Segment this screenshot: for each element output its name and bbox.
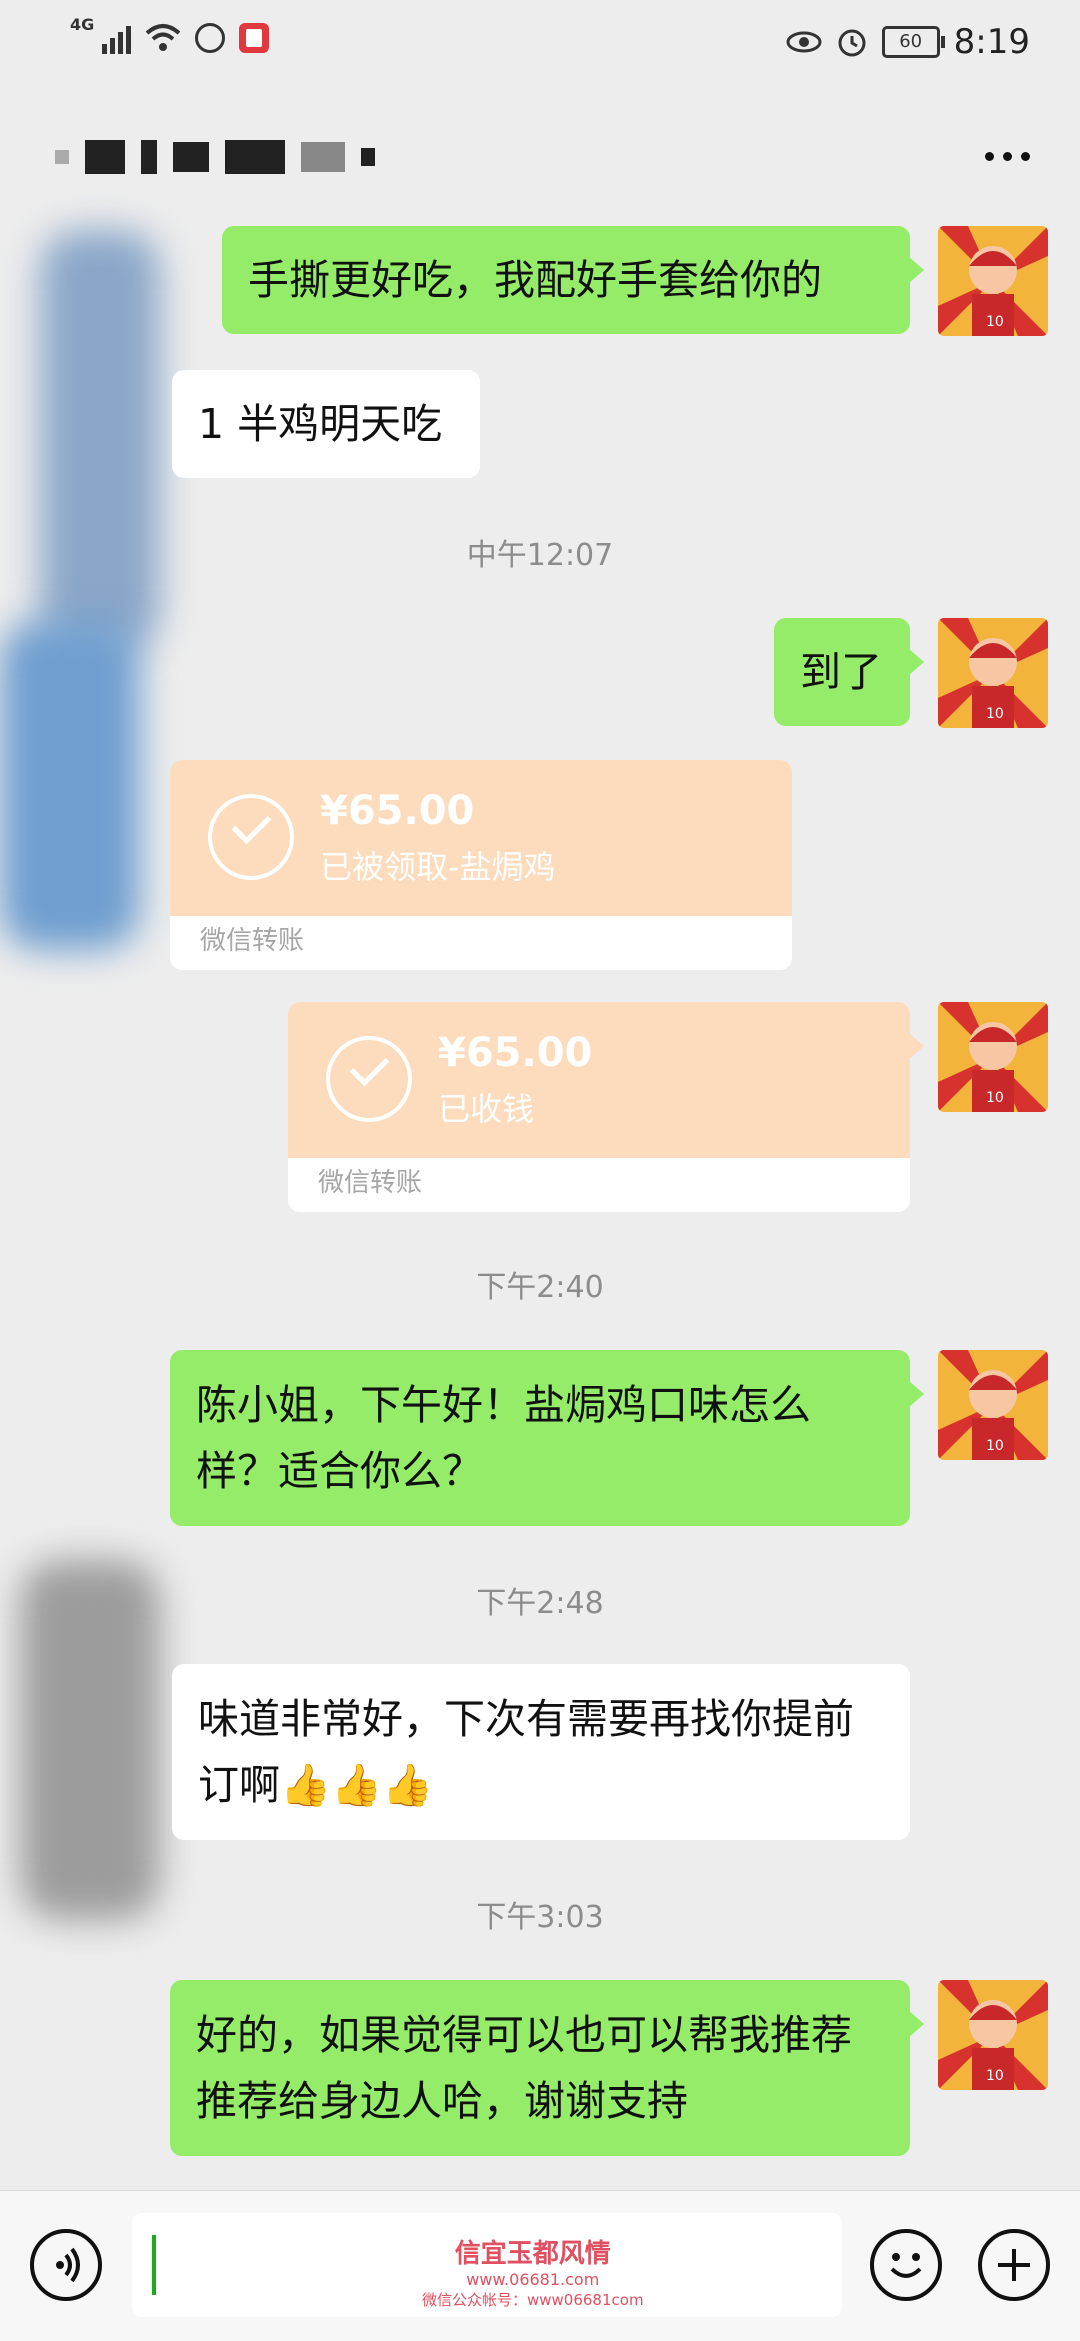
timestamp: 中午12:07 — [466, 538, 614, 573]
blurred-avatar — [40, 230, 160, 650]
svg-text:10: 10 — [986, 1090, 1004, 1106]
input-bar: 信宜玉都风情 www.06681.com 微信公众帐号：www06681com — [0, 2190, 1080, 2341]
watermark-sub: 微信公众帐号：www06681com — [422, 2291, 644, 2309]
battery-indicator: 60 — [881, 26, 945, 58]
check-icon — [208, 794, 294, 880]
transfer-card-body: ¥65.00 已被领取-盐焗鸡 — [170, 760, 792, 916]
svg-text:10: 10 — [986, 706, 1004, 722]
svg-text:10: 10 — [986, 2068, 1004, 2084]
wifi-icon — [145, 24, 181, 51]
message-icon — [195, 23, 226, 53]
message-outgoing[interactable]: 好的，如果觉得可以也可以帮我推荐推荐给身边人哈，谢谢支持 — [170, 1980, 924, 2156]
alarm-icon — [838, 29, 866, 57]
transfer-status: 已收钱 — [438, 1090, 535, 1128]
message-outgoing[interactable]: 到了 — [774, 618, 924, 726]
timestamp: 下午3:03 — [476, 1900, 604, 1935]
plus-icon[interactable] — [978, 2229, 1050, 2301]
check-icon — [326, 1036, 412, 1122]
svg-text:10: 10 — [986, 1438, 1004, 1454]
timestamp: 下午2:40 — [476, 1270, 604, 1305]
avatar[interactable]: 10 — [938, 1350, 1048, 1460]
emoji-icon[interactable] — [870, 2229, 942, 2301]
watermark-url: www.06681.com — [466, 2270, 600, 2289]
message-outgoing[interactable]: 手撕更好吃，我配好手套给你的 — [222, 226, 924, 334]
transfer-footer: 微信转账 — [200, 926, 305, 956]
avatar[interactable]: 10 — [938, 1002, 1048, 1112]
transfer-status: 已被领取-盐焗鸡 — [320, 848, 556, 886]
status-bar: 4G 60 8:19 — [0, 0, 1080, 88]
app-notification-icon — [239, 23, 270, 53]
status-left: 4G — [70, 15, 270, 54]
message-input[interactable]: 信宜玉都风情 www.06681.com 微信公众帐号：www06681com — [132, 2213, 842, 2317]
avatar[interactable]: 10 — [938, 226, 1048, 336]
watermark-title: 信宜玉都风情 — [454, 2239, 611, 2269]
svg-text:10: 10 — [986, 314, 1004, 330]
message-outgoing[interactable]: 陈小姐，下午好！盐焗鸡口味怎么样？适合你么？ — [170, 1350, 924, 1526]
message-incoming[interactable]: 味道非常好，下次有需要再找你提前订啊👍👍👍 — [172, 1664, 910, 1840]
signal-icon — [102, 22, 132, 54]
avatar[interactable]: 10 — [938, 618, 1048, 728]
more-dots-icon[interactable] — [985, 152, 1030, 161]
transfer-card-outgoing[interactable]: ¥65.00 已收钱 微信转账 — [288, 1002, 924, 1212]
voice-icon[interactable] — [30, 2229, 102, 2301]
text-caret — [152, 2235, 156, 2295]
contact-name-redacted — [55, 140, 375, 174]
transfer-card-incoming[interactable]: ¥65.00 已被领取-盐焗鸡 微信转账 — [170, 760, 792, 970]
watermark: 信宜玉都风情 www.06681.com 微信公众帐号：www06681com — [422, 2233, 644, 2310]
network-type: 4G — [70, 14, 95, 34]
avatar[interactable]: 10 — [938, 1980, 1048, 2090]
message-incoming[interactable]: 1 半鸡明天吃 — [172, 370, 480, 478]
transfer-amount: ¥65.00 — [438, 1030, 593, 1076]
blurred-avatar — [0, 620, 140, 950]
timestamp: 下午2:48 — [476, 1586, 604, 1621]
status-right: 60 8:19 — [786, 22, 1030, 62]
transfer-card-body: ¥65.00 已收钱 — [288, 1002, 910, 1158]
transfer-amount: ¥65.00 — [320, 788, 475, 834]
transfer-footer: 微信转账 — [288, 1158, 910, 1212]
eye-icon — [786, 31, 822, 53]
clock: 8:19 — [953, 22, 1030, 62]
